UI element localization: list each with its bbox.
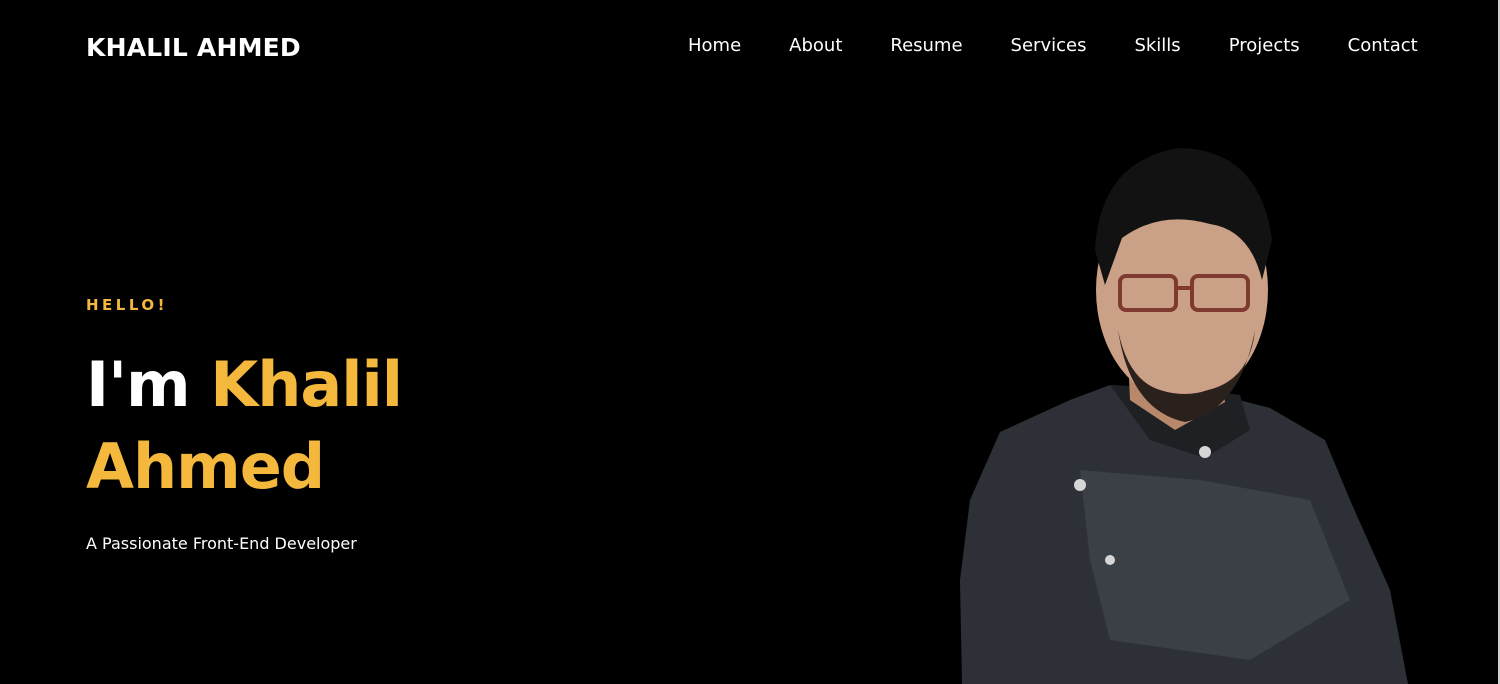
photo-button-1 (1199, 446, 1211, 458)
nav-projects[interactable]: Projects (1229, 35, 1300, 57)
nav-skills[interactable]: Skills (1134, 35, 1180, 57)
nav-about[interactable]: About (789, 35, 842, 57)
brand-logo[interactable]: KHALIL AHMED (86, 33, 301, 62)
photo-button-3 (1105, 555, 1115, 565)
hero-headline: I'm Khalil Ahmed (86, 344, 606, 508)
headline-prefix: I'm (86, 348, 191, 421)
hero-section: HELLO! I'm Khalil Ahmed A Passionate Fro… (86, 296, 606, 554)
photo-button-2 (1074, 479, 1086, 491)
nav-services[interactable]: Services (1011, 35, 1087, 57)
profile-photo (960, 148, 1408, 684)
headline-first-name: Khalil (210, 348, 403, 421)
nav-home[interactable]: Home (688, 35, 741, 57)
nav-contact[interactable]: Contact (1348, 35, 1418, 57)
hero-tagline: A Passionate Front-End Developer (86, 534, 357, 553)
site-header: KHALIL AHMED Home About Resume Services … (0, 0, 1500, 96)
main-nav: Home About Resume Services Skills Projec… (688, 35, 1418, 57)
headline-last-name: Ahmed (86, 430, 325, 503)
hero-greeting: HELLO! (86, 296, 168, 314)
nav-resume[interactable]: Resume (890, 35, 962, 57)
